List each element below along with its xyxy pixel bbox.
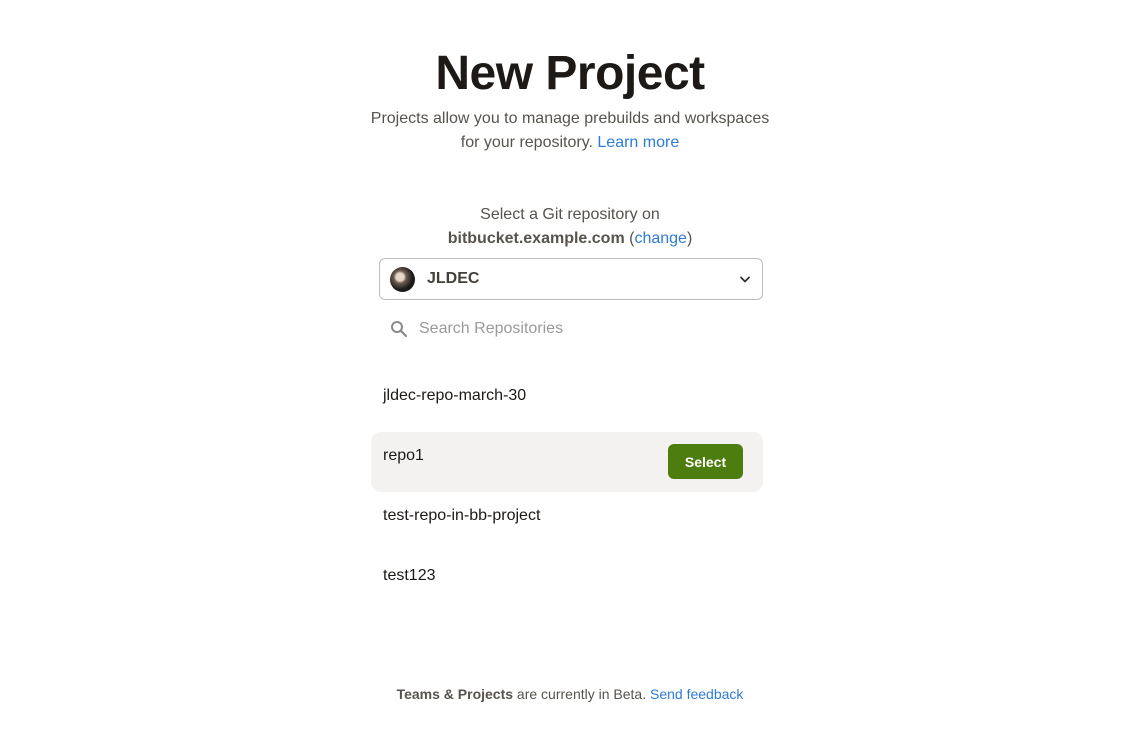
repository-name: test-repo-in-bb-project (383, 507, 541, 524)
repository-row[interactable]: test123 (371, 552, 763, 612)
repository-row[interactable]: test-repo-in-bb-project (371, 492, 763, 552)
page-title: New Project (435, 47, 705, 100)
provider-prompt: Select a Git repository on bitbucket.exa… (370, 203, 770, 251)
page-subtitle: Projects allow you to manage prebuilds a… (370, 107, 770, 155)
new-project-page: New Project Projects allow you to manage… (0, 0, 1140, 735)
subtitle-text: Projects allow you to manage prebuilds a… (370, 110, 770, 151)
repository-name: repo1 (383, 447, 424, 464)
send-feedback-link[interactable]: Send feedback (650, 686, 743, 702)
repository-name: test123 (383, 567, 436, 584)
change-provider-link[interactable]: change (634, 230, 687, 247)
learn-more-link[interactable]: Learn more (597, 134, 679, 151)
provider-host: bitbucket.example.com (447, 230, 625, 247)
select-repository-button[interactable]: Select (668, 444, 743, 479)
repository-list: jldec-repo-march-30 repo1 Select test-re… (371, 372, 763, 612)
chevron-down-icon (740, 276, 750, 283)
footer-feature-name: Teams & Projects (396, 686, 514, 702)
footer-text: are currently in Beta. (513, 686, 650, 702)
repository-row[interactable]: repo1 Select (371, 432, 763, 492)
repository-row[interactable]: jldec-repo-march-30 (371, 372, 763, 432)
account-avatar (390, 266, 415, 292)
repository-name: jldec-repo-march-30 (383, 387, 527, 404)
paren-open: ( (624, 230, 635, 247)
account-name: JLDEC (427, 270, 480, 287)
provider-prompt-text: Select a Git repository on (480, 206, 660, 223)
search-repositories-input[interactable] (419, 320, 739, 338)
account-selector-dropdown[interactable]: JLDEC (379, 258, 763, 300)
provider-host-line: bitbucket.example.com (change) (370, 227, 770, 251)
repository-search (380, 312, 762, 346)
paren-close: ) (686, 230, 693, 247)
beta-footer: Teams & Projects are currently in Beta. … (0, 686, 1140, 702)
search-icon (391, 321, 408, 338)
